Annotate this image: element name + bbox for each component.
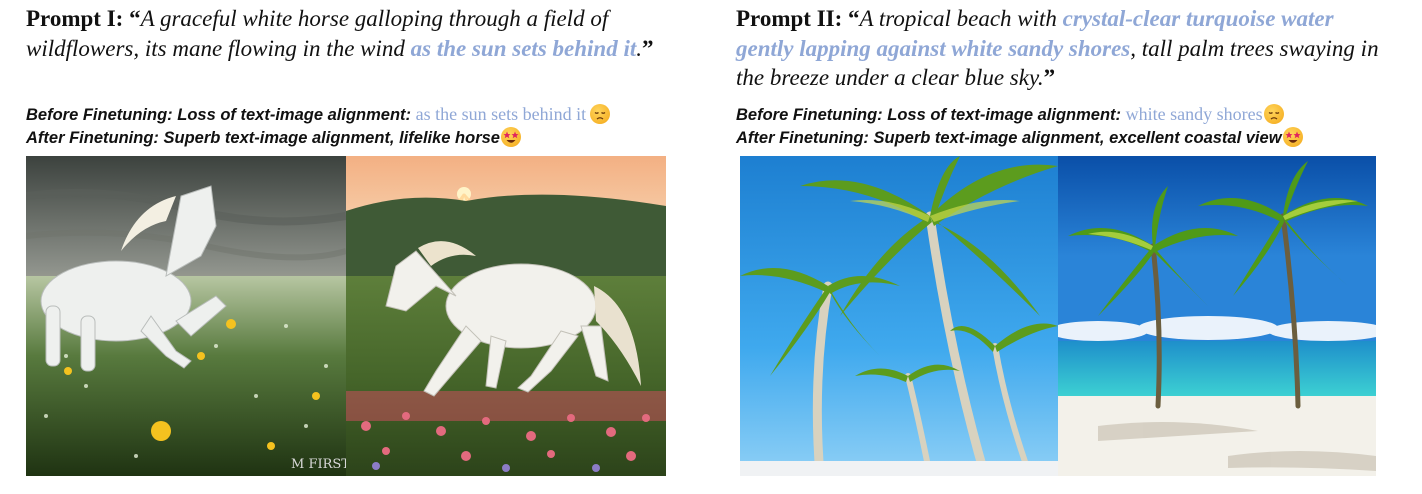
star-struck-face-emoji-icon bbox=[500, 127, 521, 147]
prompt-2-body-a: A tropical beach with bbox=[859, 6, 1057, 31]
prompt-1-highlight: as the sun sets behind it bbox=[410, 35, 637, 61]
prompt-1-text: Prompt I: “A graceful white horse gallop… bbox=[26, 4, 686, 63]
prompt-1-label: Prompt I: bbox=[26, 6, 124, 31]
caption-after-1-label: After Finetuning: Superb text-image alig… bbox=[26, 129, 500, 147]
prompt-2-open-quote: “ bbox=[848, 6, 860, 31]
disappointed-face-emoji-icon bbox=[590, 104, 611, 124]
caption-after-2: After Finetuning: Superb text-image alig… bbox=[736, 127, 1422, 149]
palm-before-image bbox=[740, 156, 1058, 476]
prompt-2-text: Prompt II: “A tropical beach with crysta… bbox=[736, 4, 1396, 93]
caption-after-2-label: After Finetuning: Superb text-image alig… bbox=[736, 129, 1282, 147]
horse-after-image bbox=[346, 156, 666, 476]
disappointed-face-emoji-icon bbox=[1263, 104, 1284, 124]
beach-after-image bbox=[1058, 156, 1376, 476]
caption-before-1: Before Finetuning: Loss of text-image al… bbox=[26, 103, 726, 126]
signature-text: M FIRST bbox=[291, 457, 346, 472]
caption-after-1: After Finetuning: Superb text-image alig… bbox=[26, 127, 726, 149]
caption-before-2: Before Finetuning: Loss of text-image al… bbox=[736, 103, 1422, 126]
prompt-2-close-quote: ” bbox=[1043, 65, 1056, 90]
caption-before-1-highlight: as the sun sets behind it bbox=[415, 104, 587, 124]
caption-before-1-label: Before Finetuning: Loss of text-image al… bbox=[26, 106, 412, 124]
caption-before-2-highlight: white sandy shores bbox=[1125, 104, 1263, 124]
star-struck-face-emoji-icon bbox=[1282, 127, 1303, 147]
caption-before-2-label: Before Finetuning: Loss of text-image al… bbox=[736, 106, 1122, 124]
prompt-1-open-quote: “ bbox=[129, 6, 141, 31]
horse-before-image: M FIRST bbox=[26, 156, 346, 476]
prompt-2-label: Prompt II: bbox=[736, 6, 843, 31]
prompt-1-close-quote: ” bbox=[641, 35, 654, 61]
